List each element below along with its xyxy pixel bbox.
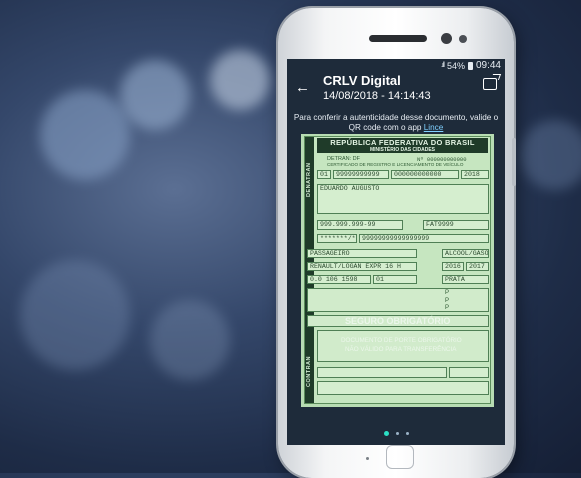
renavam-field: 99999999999 — [333, 170, 389, 179]
page-subtitle: 14/08/2018 - 14:14:43 — [323, 90, 431, 102]
background-scene: { "status_bar": {"signal": ".ıll", "batt… — [0, 0, 581, 478]
data-field — [449, 367, 489, 378]
share-icon[interactable] — [483, 78, 497, 90]
denatran-label: DENATRAN — [306, 162, 312, 197]
contran-label: CONTRAN — [306, 356, 312, 387]
bokeh-light — [40, 90, 130, 180]
combustivel-field: ALCOOL/GASO — [442, 249, 489, 258]
notice-text: Para conferir a autenticidade desse docu… — [293, 113, 499, 132]
ano-fabricacao-field: 2016 — [442, 262, 464, 271]
side-button — [512, 138, 516, 186]
document-header: REPÚBLICA FEDERATIVA DO BRASIL — [317, 138, 488, 147]
battery-percent: 54% — [446, 60, 465, 71]
rntrc-field: 000000000000 — [391, 170, 459, 179]
phone-device: .ıll 54% 09:44 ← CRLV Digital 14/08/2018… — [278, 8, 516, 478]
page-dot-active[interactable] — [383, 431, 389, 436]
exercicio-field: 2018 — [461, 170, 489, 179]
front-camera — [441, 33, 452, 44]
battery-icon — [467, 61, 473, 70]
marca-modelo-field: RENAULT/LOGAN EXPR 16 H — [307, 262, 417, 271]
page-dot[interactable] — [395, 432, 399, 435]
bokeh-light — [210, 50, 270, 110]
home-button[interactable] — [386, 445, 414, 469]
categoria-field: 01 — [373, 275, 417, 284]
document-form: DENATRAN CONTRAN REPÚBLICA FEDERATIVA DO… — [304, 136, 491, 404]
phone-screen: .ıll 54% 09:44 ← CRLV Digital 14/08/2018… — [287, 59, 505, 445]
nav-back-dot[interactable] — [366, 457, 369, 460]
capacidade-field: 0.0 106 1598 — [307, 275, 371, 284]
status-bar: .ıll 54% 09:44 — [287, 59, 505, 72]
ano-modelo-field: 2017 — [466, 262, 489, 271]
crlv-document: DENATRAN CONTRAN REPÚBLICA FEDERATIVA DO… — [301, 134, 494, 407]
placa-anterior-field: *******/** — [317, 234, 357, 243]
earpiece-speaker — [369, 35, 427, 42]
especie-field: PASSAGEIRO — [307, 249, 417, 258]
page-title: CRLV Digital — [323, 73, 401, 88]
owner-name-field: EDUARDO AUGUSTO — [317, 184, 489, 214]
certificate-title: CERTIFICADO DE REGISTRO E LICENCIAMENTO … — [327, 162, 464, 167]
seguro-watermark: SEGURO OBRIGATÓRIO — [345, 316, 451, 326]
nao-valido-watermark: NÃO VÁLIDO PARA TRANSFERÊNCIA — [345, 346, 457, 353]
payment-section — [307, 288, 489, 312]
porte-obrigatorio-watermark: DOCUMENTO DE PORTE OBRIGATÓRIO — [341, 337, 462, 344]
clock: 09:44 — [475, 60, 501, 71]
p-field-2: P — [445, 298, 450, 304]
p-field-3: P — [445, 305, 450, 311]
back-arrow-icon[interactable]: ← — [295, 79, 310, 96]
local-field — [317, 367, 447, 378]
bokeh-light — [150, 300, 230, 380]
cpf-cnpj-field: 999.999.999-99 — [317, 220, 403, 230]
page-indicator — [287, 431, 505, 436]
lince-link[interactable]: Lince — [424, 123, 444, 132]
chassi-field: 99999999999999999 — [359, 234, 489, 243]
page-dot[interactable] — [405, 432, 409, 435]
bokeh-light — [20, 260, 130, 370]
signal-icon: .ıll — [440, 62, 445, 69]
p-field-1: P — [445, 290, 450, 296]
bokeh-light — [520, 120, 581, 190]
document-subheader: MINISTÉRIO DAS CIDADES — [317, 147, 488, 153]
bokeh-light — [120, 60, 190, 130]
signature-field — [317, 381, 489, 395]
placa-field: FAT9999 — [423, 220, 489, 230]
via-field: 01 — [317, 170, 331, 179]
cor-field: PRATA — [442, 275, 489, 284]
sensor — [459, 35, 467, 43]
authenticity-notice: Para conferir a autenticidade desse docu… — [287, 112, 505, 135]
app-bar: ← CRLV Digital 14/08/2018 - 14:14:43 — [287, 72, 505, 112]
